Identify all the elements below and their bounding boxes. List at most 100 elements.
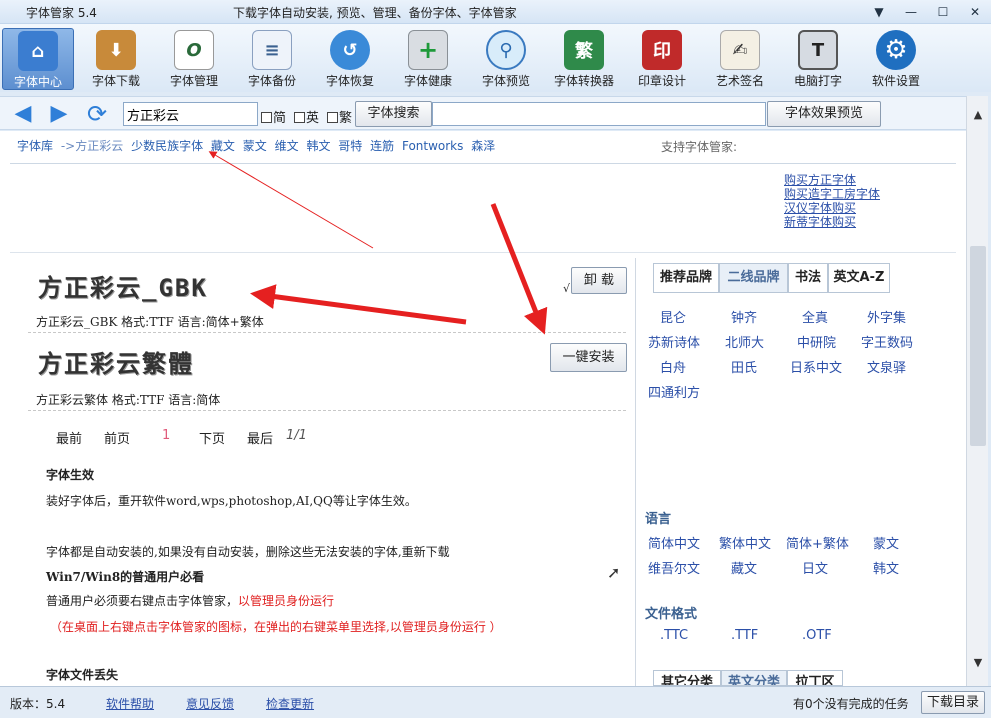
brand-link[interactable]: 钟齐 bbox=[731, 307, 757, 326]
language-link[interactable]: 简体中文 bbox=[648, 533, 700, 552]
font-meta-traditional: 方正彩云繁体 格式:TTF 语言:简体 bbox=[36, 393, 221, 407]
info-text: 普通用户必须要右键点击字体管家， bbox=[46, 594, 239, 608]
document-icon: ≡ bbox=[252, 30, 292, 70]
brand-link[interactable]: 白舟 bbox=[660, 357, 686, 376]
font-preview-button[interactable]: 字体效果预览 bbox=[767, 101, 881, 127]
tool-font-manage[interactable]: O 字体管理 bbox=[158, 28, 230, 90]
checkbox-english[interactable]: 英 bbox=[294, 107, 319, 126]
pager-prev[interactable]: 前页 bbox=[104, 428, 130, 447]
checkbox-simplified[interactable]: 简 bbox=[261, 107, 286, 126]
brand-link[interactable]: 北师大 bbox=[725, 332, 764, 351]
crumb-tibetan[interactable]: 藏文 bbox=[211, 139, 235, 153]
one-click-install-button[interactable]: 一键安装 bbox=[550, 343, 627, 372]
refresh-icon[interactable]: ⟳ bbox=[82, 101, 112, 127]
pager-first[interactable]: 最前 bbox=[56, 428, 82, 447]
format-grid: .TTC .TTF .OTF bbox=[636, 628, 942, 650]
language-link[interactable]: 韩文 bbox=[873, 558, 899, 577]
tab-recommended[interactable]: 推荐品牌 bbox=[653, 263, 719, 293]
format-link[interactable]: .TTF bbox=[731, 628, 758, 643]
feedback-link[interactable]: 意见反馈 bbox=[186, 695, 234, 712]
tab-calligraphy[interactable]: 书法 bbox=[788, 263, 828, 293]
buy-link-xindi[interactable]: 新蒂字体购买 bbox=[784, 215, 880, 229]
computer-icon: T bbox=[798, 30, 838, 70]
uninstall-button[interactable]: 卸 载 bbox=[571, 267, 627, 294]
language-link[interactable]: 简体+繁体 bbox=[786, 533, 849, 552]
download-icon: ⬇ bbox=[96, 30, 136, 70]
language-link[interactable]: 日文 bbox=[802, 558, 828, 577]
scroll-down-icon[interactable]: ▼ bbox=[967, 656, 989, 669]
info-text-instructions: （在桌面上右键点击字体管家的图标，在弹出的右键菜单里选择,以管理员身份运行 ） bbox=[50, 620, 502, 634]
tab-english-category[interactable]: 英文分类 bbox=[721, 670, 787, 686]
help-link[interactable]: 软件帮助 bbox=[106, 695, 154, 712]
menu-dropdown-icon[interactable]: ▼ bbox=[866, 2, 892, 22]
tool-seal-design[interactable]: 印 印章设计 bbox=[626, 28, 698, 90]
pager-current: 1 bbox=[162, 428, 171, 443]
close-button[interactable]: ✕ bbox=[962, 2, 988, 22]
brand-link[interactable]: 苏新诗体 bbox=[648, 332, 700, 351]
scroll-thumb[interactable] bbox=[970, 246, 986, 446]
tool-font-health[interactable]: + 字体健康 bbox=[392, 28, 464, 90]
tool-label: 印章设计 bbox=[637, 74, 686, 88]
tab-english-az[interactable]: 英文A-Z bbox=[828, 263, 890, 293]
format-link[interactable]: .OTF bbox=[802, 628, 832, 643]
tab-other-category[interactable]: 其它分类 bbox=[653, 670, 721, 686]
check-update-link[interactable]: 检查更新 bbox=[266, 695, 314, 712]
brand-link[interactable]: 文泉驿 bbox=[867, 357, 906, 376]
tool-font-center[interactable]: ⌂ 字体中心 bbox=[2, 28, 74, 90]
language-link[interactable]: 蒙文 bbox=[873, 533, 899, 552]
back-arrow-icon[interactable]: ◀ bbox=[8, 101, 38, 127]
tool-art-signature[interactable]: ✍ 艺术签名 bbox=[704, 28, 776, 90]
minimize-button[interactable]: — bbox=[898, 2, 924, 22]
crumb-fontworks[interactable]: Fontworks bbox=[402, 139, 463, 153]
download-directory-button[interactable]: 下载目录 bbox=[921, 691, 985, 714]
crumb-minority[interactable]: 少数民族字体 bbox=[131, 139, 203, 153]
brand-link[interactable]: 四通利方 bbox=[648, 382, 700, 401]
brand-grid: 昆仑 钟齐 全真 外字集 苏新诗体 北师大 中研院 字王数码 白舟 田氏 日系中… bbox=[636, 307, 942, 407]
search-input[interactable] bbox=[123, 102, 258, 126]
tool-font-restore[interactable]: ↺ 字体恢复 bbox=[314, 28, 386, 90]
tool-label: 字体备份 bbox=[247, 74, 296, 88]
restore-icon: ↺ bbox=[330, 30, 370, 70]
brand-link[interactable]: 中研院 bbox=[797, 332, 836, 351]
tab-latin-area[interactable]: 拉丁区 bbox=[787, 670, 843, 686]
tool-font-download[interactable]: ⬇ 字体下载 bbox=[80, 28, 152, 90]
scroll-up-icon[interactable]: ▲ bbox=[967, 108, 989, 121]
crumb-korean[interactable]: 韩文 bbox=[306, 139, 330, 153]
pager-last[interactable]: 最后 bbox=[247, 428, 273, 447]
crumb-font-library[interactable]: 字体库 bbox=[17, 139, 53, 153]
tool-computer-typing[interactable]: T 电脑打字 bbox=[782, 28, 854, 90]
crumb-mongolian[interactable]: 蒙文 bbox=[243, 139, 267, 153]
brand-link[interactable]: 日系中文 bbox=[790, 357, 842, 376]
buy-link-hanyi[interactable]: 汉仪字体购买 bbox=[784, 201, 880, 215]
pager-next[interactable]: 下页 bbox=[199, 428, 225, 447]
language-link[interactable]: 繁体中文 bbox=[719, 533, 771, 552]
brand-link[interactable]: 全真 bbox=[802, 307, 828, 326]
brand-link[interactable]: 字王数码 bbox=[861, 332, 913, 351]
language-link[interactable]: 藏文 bbox=[731, 558, 757, 577]
brand-link[interactable]: 外字集 bbox=[867, 307, 906, 326]
font-search-button[interactable]: 字体搜索 bbox=[355, 101, 432, 127]
buy-link-zaozi[interactable]: 购买造字工房字体 bbox=[784, 187, 880, 201]
vertical-scrollbar[interactable]: ▲ ▼ bbox=[966, 96, 988, 686]
tool-font-converter[interactable]: 繁 字体转换器 bbox=[548, 28, 620, 90]
checkbox-traditional[interactable]: 繁 bbox=[327, 107, 352, 126]
format-link[interactable]: .TTC bbox=[660, 628, 688, 643]
maximize-button[interactable]: ☐ bbox=[930, 2, 956, 22]
crumb-morisawa[interactable]: 森泽 bbox=[471, 139, 495, 153]
checkbox-label: 繁 bbox=[339, 111, 353, 126]
tool-label: 字体中心 bbox=[13, 75, 62, 89]
crumb-uyghur[interactable]: 维文 bbox=[275, 139, 299, 153]
tab-second-tier[interactable]: 二线品牌 bbox=[719, 263, 788, 293]
font-preview-traditional: 方正彩云繁體 bbox=[38, 350, 194, 378]
crumb-connected[interactable]: 连筋 bbox=[370, 139, 394, 153]
brand-link[interactable]: 昆仑 bbox=[660, 307, 686, 326]
tool-font-backup[interactable]: ≡ 字体备份 bbox=[236, 28, 308, 90]
brand-link[interactable]: 田氏 bbox=[731, 357, 757, 376]
language-link[interactable]: 维吾尔文 bbox=[648, 558, 700, 577]
buy-link-founder[interactable]: 购买方正字体 bbox=[784, 173, 880, 187]
tool-settings[interactable]: ⚙ 软件设置 bbox=[860, 28, 932, 90]
forward-arrow-icon[interactable]: ▶ bbox=[44, 101, 74, 127]
tool-font-preview[interactable]: ⚲ 字体预览 bbox=[470, 28, 542, 90]
crumb-gothic[interactable]: 哥特 bbox=[338, 139, 362, 153]
preview-text-input[interactable] bbox=[432, 102, 766, 126]
